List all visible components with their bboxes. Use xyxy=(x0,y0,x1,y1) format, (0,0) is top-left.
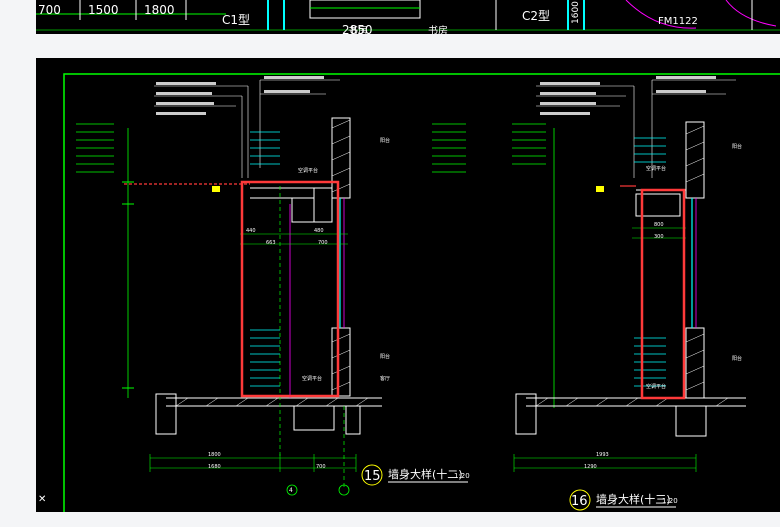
label-r-ac-1: 空调平台 xyxy=(646,165,666,172)
detail-15-number: 15 xyxy=(364,469,381,484)
top-dim-1500: 1500 xyxy=(88,3,119,17)
dim-480: 480 xyxy=(314,228,324,234)
detail-15: 440 663 480 700 1800 1680 700 阳台 空调平台 空调… xyxy=(76,76,470,496)
crosshair-icon: ✕ xyxy=(38,494,46,505)
label-r-ac-2: 空调平台 xyxy=(646,383,666,390)
label-balcony-1: 阳台 xyxy=(380,137,390,144)
dim-800: 800 xyxy=(654,222,664,228)
dim-700a: 700 xyxy=(318,240,328,246)
top-label-study-1: 书房 xyxy=(348,24,368,34)
dim-1290: 1290 xyxy=(584,464,597,470)
detail-16-scale: 1:20 xyxy=(662,497,678,505)
dim-1680: 1680 xyxy=(208,464,221,470)
top-label-1600: 1600 xyxy=(571,1,581,24)
cad-drawing-canvas[interactable]: 440 663 480 700 1800 1680 700 阳台 空调平台 空调… xyxy=(36,58,780,512)
detail-16-title: 墙身大样(十三) xyxy=(596,492,671,506)
top-label-study-2: 书房 xyxy=(428,24,448,34)
detail-15-scale: 1:20 xyxy=(454,472,470,480)
detail-15-title: 墙身大样(十二) xyxy=(388,467,463,481)
dim-300: 300 xyxy=(654,234,664,240)
label-ac-platform-2: 空调平台 xyxy=(302,375,322,382)
top-dim-700: 700 xyxy=(38,3,61,17)
top-label-fm1122: FM1122 xyxy=(658,16,698,27)
dim-1800: 1800 xyxy=(208,452,221,458)
detail-16-number: 16 xyxy=(571,494,588,509)
top-strip-canvas: 700 1500 1800 2850 C1型 C2型 FM1122 书房 书房 … xyxy=(36,0,780,34)
label-r-balcony-1: 阳台 xyxy=(732,143,742,150)
drawing-frame xyxy=(63,73,780,512)
label-ac-platform-1: 空调平台 xyxy=(298,167,318,174)
cad-drawing-viewport[interactable]: 440 663 480 700 1800 1680 700 阳台 空调平台 空调… xyxy=(36,58,780,512)
top-label-c1: C1型 xyxy=(222,13,250,27)
label-living: 客厅 xyxy=(380,375,390,382)
detail-16: 800 300 1993 1290 阳台 空调平台 空调平台 阳台 16 墙身大… xyxy=(512,76,746,511)
dim-663: 663 xyxy=(266,240,276,246)
status-bar xyxy=(0,512,780,527)
top-dim-1800: 1800 xyxy=(144,3,175,17)
axis-label-4: 4 xyxy=(289,487,293,494)
top-drawing-strip: 700 1500 1800 2850 C1型 C2型 FM1122 书房 书房 … xyxy=(36,0,780,34)
dim-700b: 700 xyxy=(316,464,326,470)
dim-1993: 1993 xyxy=(596,452,609,458)
top-label-c2: C2型 xyxy=(522,9,550,23)
dim-440: 440 xyxy=(246,228,256,234)
label-balcony-2: 阳台 xyxy=(380,353,390,360)
label-r-balcony-2: 阳台 xyxy=(732,355,742,362)
